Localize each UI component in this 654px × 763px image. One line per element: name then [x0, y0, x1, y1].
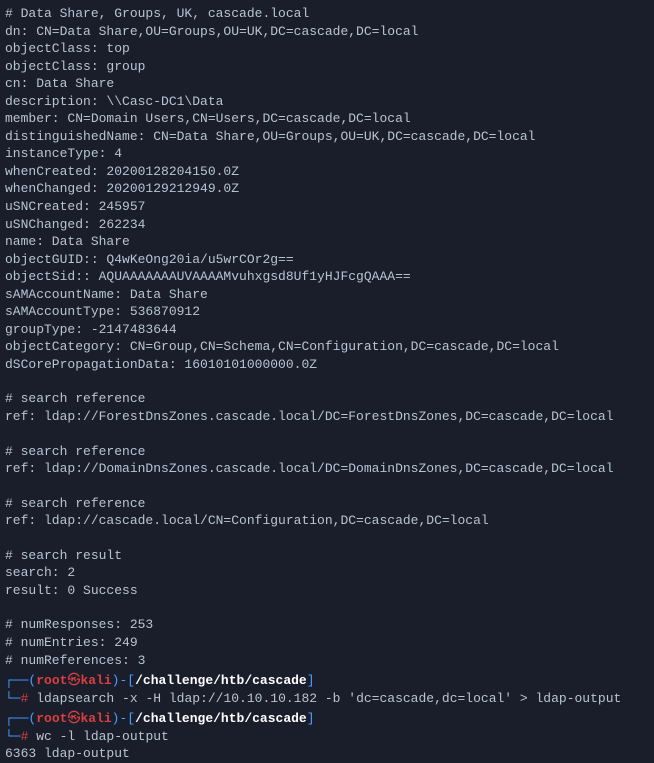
bracket-close: ]	[307, 711, 315, 726]
ldap-search-ref-header-1: # search reference	[5, 390, 649, 408]
prompt-at-icon: ㉿	[67, 673, 80, 688]
ldap-samaccountname: sAMAccountName: Data Share	[5, 286, 649, 304]
ldap-ref-1: ref: ldap://ForestDnsZones.cascade.local…	[5, 408, 649, 426]
prompt-host: kali	[80, 711, 111, 726]
ldap-whenchanged: whenChanged: 20200129212949.0Z	[5, 180, 649, 198]
shell-prompt-2-line2[interactable]: └─# wc -l ldap-output	[5, 728, 649, 746]
prompt-host: kali	[80, 673, 111, 688]
ldap-ref-2: ref: ldap://DomainDnsZones.cascade.local…	[5, 460, 649, 478]
ldap-grouptype: groupType: -2147483644	[5, 321, 649, 339]
box-bottom-icon: └─	[5, 691, 21, 706]
prompt-at-icon: ㉿	[67, 711, 80, 726]
ldap-cn: cn: Data Share	[5, 75, 649, 93]
ldap-result: result: 0 Success	[5, 582, 649, 600]
ldap-numreferences: # numReferences: 3	[5, 652, 649, 670]
ldap-distinguishedname: distinguishedName: CN=Data Share,OU=Grou…	[5, 128, 649, 146]
ldap-search: search: 2	[5, 564, 649, 582]
ldap-instancetype: instanceType: 4	[5, 145, 649, 163]
ldap-description: description: \\Casc-DC1\Data	[5, 93, 649, 111]
ldap-objectcategory: objectCategory: CN=Group,CN=Schema,CN=Co…	[5, 338, 649, 356]
ldap-objectclass-group: objectClass: group	[5, 58, 649, 76]
ldap-objectsid: objectSid:: AQUAAAAAAAUVAAAAMvuhxgsd8Uf1…	[5, 268, 649, 286]
ldap-header-comment: # Data Share, Groups, UK, cascade.local	[5, 5, 649, 23]
command-2-output: 6363 ldap-output	[5, 745, 649, 763]
ldap-member: member: CN=Domain Users,CN=Users,DC=casc…	[5, 110, 649, 128]
ldap-samaccounttype: sAMAccountType: 536870912	[5, 303, 649, 321]
box-top-icon: ┌──	[5, 673, 28, 688]
bracket-close: ]	[307, 673, 315, 688]
ldap-objectclass-top: objectClass: top	[5, 40, 649, 58]
ldap-search-ref-header-3: # search reference	[5, 495, 649, 513]
ldap-dscorepropagationdata: dSCorePropagationData: 16010101000000.0Z	[5, 356, 649, 374]
prompt-path: /challenge/htb/cascade	[135, 711, 307, 726]
box-bottom-icon: └─	[5, 729, 21, 744]
prompt-user: root	[36, 673, 67, 688]
prompt-user: root	[36, 711, 67, 726]
command-1: ldapsearch -x -H ldap://10.10.10.182 -b …	[28, 691, 621, 706]
shell-prompt-1-line2[interactable]: └─# ldapsearch -x -H ldap://10.10.10.182…	[5, 690, 649, 708]
ldap-dn: dn: CN=Data Share,OU=Groups,OU=UK,DC=cas…	[5, 23, 649, 41]
box-top-icon: ┌──	[5, 711, 28, 726]
shell-prompt-2-line1: ┌──(root㉿kali)-[/challenge/htb/cascade]	[5, 710, 649, 728]
command-2: wc -l ldap-output	[28, 729, 168, 744]
blank-line	[5, 373, 649, 390]
blank-line	[5, 599, 649, 616]
ldap-ref-3: ref: ldap://cascade.local/CN=Configurati…	[5, 512, 649, 530]
prompt-path: /challenge/htb/cascade	[135, 673, 307, 688]
ldap-whencreated: whenCreated: 20200128204150.0Z	[5, 163, 649, 181]
ldap-objectguid: objectGUID:: Q4wKeOng20ia/u5wrCOr2g==	[5, 251, 649, 269]
ldap-usncreated: uSNCreated: 245957	[5, 198, 649, 216]
blank-line	[5, 426, 649, 443]
ldap-numresponses: # numResponses: 253	[5, 616, 649, 634]
blank-line	[5, 530, 649, 547]
ldap-search-ref-header-2: # search reference	[5, 443, 649, 461]
ldap-search-result-header: # search result	[5, 547, 649, 565]
bracket-open: [	[127, 711, 135, 726]
blank-line	[5, 478, 649, 495]
bracket-open: [	[127, 673, 135, 688]
ldap-name: name: Data Share	[5, 233, 649, 251]
ldap-numentries: # numEntries: 249	[5, 634, 649, 652]
ldap-usnchanged: uSNChanged: 262234	[5, 216, 649, 234]
shell-prompt-1-line1: ┌──(root㉿kali)-[/challenge/htb/cascade]	[5, 672, 649, 690]
